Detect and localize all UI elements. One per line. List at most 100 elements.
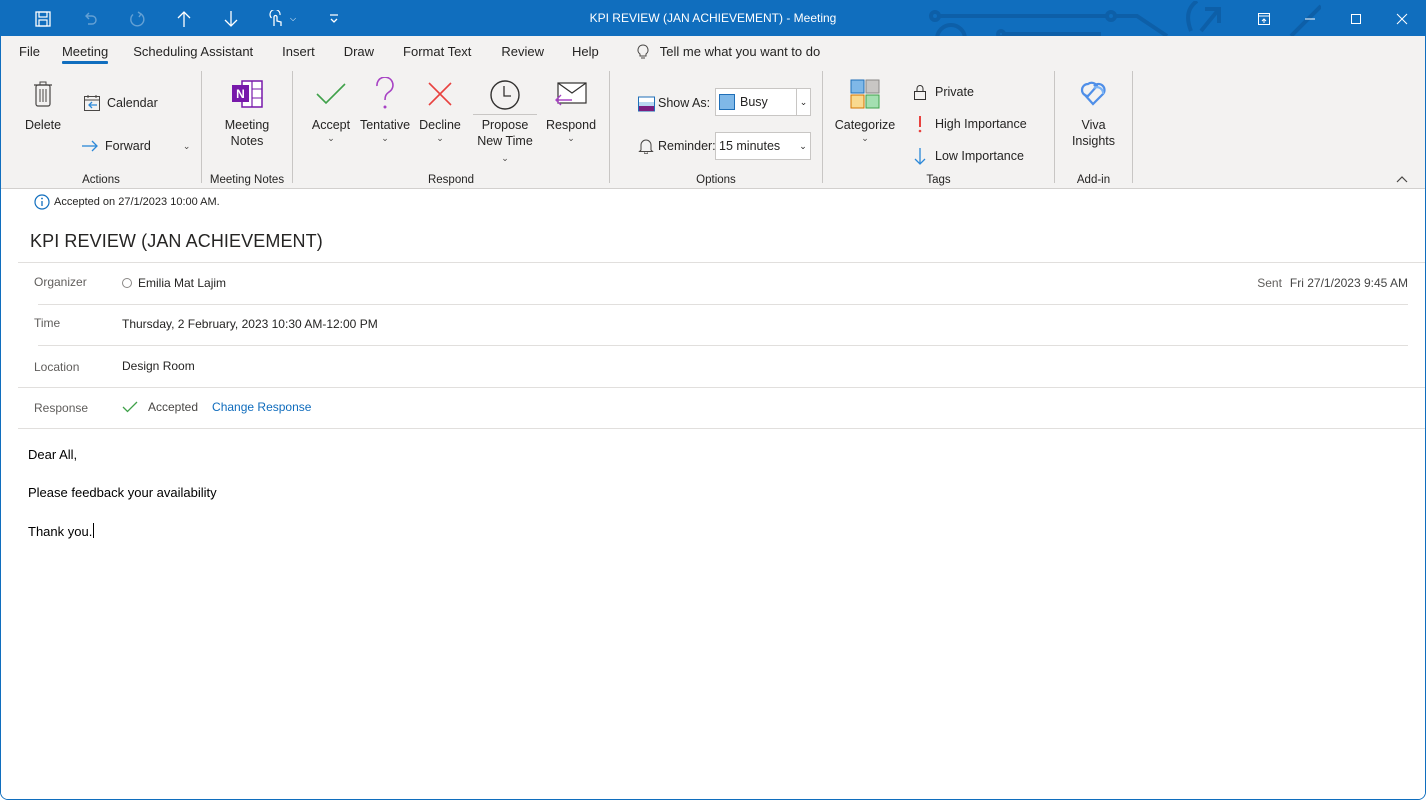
busy-swatch <box>719 94 735 110</box>
body-line: Please feedback your availability <box>28 485 217 500</box>
categorize-dropdown-chevron-icon: ⌄ <box>861 133 869 143</box>
touch-mode-button[interactable]: ⌵ <box>254 1 310 36</box>
propose-dropdown-chevron-icon: ⌄ <box>501 153 509 163</box>
location-label: Location <box>34 360 80 374</box>
close-icon <box>1396 13 1408 24</box>
calendar-icon <box>84 95 100 111</box>
checkmark-icon <box>316 83 346 105</box>
change-response-link[interactable]: Change Response <box>212 400 311 414</box>
touch-mode-icon <box>269 9 282 26</box>
time-value: Thursday, 2 February, 2023 10:30 AM-12:0… <box>122 317 378 331</box>
ribbon: Delete Calendar Forward ⌄ Actions N Meet… <box>1 67 1425 189</box>
previous-item-button[interactable] <box>160 1 207 36</box>
maximize-button[interactable] <box>1333 1 1379 36</box>
viva-insights-icon <box>1080 81 1106 106</box>
clock-icon <box>490 79 520 110</box>
reminder-label: Reminder: <box>637 135 716 157</box>
forward-arrow-icon <box>82 140 98 152</box>
group-meeting-notes: N Meeting Notes Meeting Notes <box>202 71 292 187</box>
tell-me-placeholder: Tell me what you want to do <box>659 44 821 59</box>
tentative-button[interactable]: Tentative ⌄ <box>360 75 410 143</box>
calendar-button[interactable]: Calendar <box>83 92 158 114</box>
response-label: Response <box>34 401 89 415</box>
meeting-notes-button[interactable]: N Meeting Notes <box>202 75 292 149</box>
sent-value: Fri 27/1/2023 9:45 AM <box>1289 276 1408 290</box>
undo-button[interactable] <box>66 1 113 36</box>
collapse-ribbon-chevron-icon[interactable] <box>1395 173 1409 185</box>
lightbulb-icon <box>637 43 649 58</box>
group-label-tags: Tags <box>926 174 951 186</box>
save-icon <box>34 10 51 27</box>
ribbon-tabs: File Meeting Scheduling Assistant Insert… <box>1 36 1425 67</box>
redo-button[interactable] <box>113 1 160 36</box>
onenote-icon: N <box>232 80 263 108</box>
accept-button[interactable]: Accept ⌄ <box>311 75 351 143</box>
presence-status-icon <box>122 278 132 288</box>
arrow-down-icon <box>224 10 237 27</box>
tab-draw[interactable]: Draw <box>330 36 388 67</box>
categorize-button[interactable]: Categorize ⌄ <box>833 75 897 143</box>
minimize-button[interactable] <box>1287 1 1333 36</box>
categorize-icon <box>850 79 880 109</box>
organizer-value[interactable]: Emilia Mat Lajim <box>122 276 226 290</box>
tell-me-search[interactable]: Tell me what you want to do <box>636 43 821 60</box>
tab-meeting[interactable]: Meeting <box>51 36 119 67</box>
minimize-icon <box>1305 18 1315 19</box>
close-button[interactable] <box>1379 1 1425 36</box>
arrow-down-icon <box>914 148 926 165</box>
chevron-down-icon: ⌄ <box>796 89 810 115</box>
tab-format-text[interactable]: Format Text <box>388 36 486 67</box>
tab-scheduling-assistant[interactable]: Scheduling Assistant <box>119 36 267 67</box>
meeting-content: Accepted on 27/1/2023 10:00 AM. KPI REVI… <box>1 190 1425 799</box>
sent-label: Sent <box>1257 276 1282 290</box>
high-importance-button[interactable]: High Importance <box>911 113 1027 135</box>
info-bar: Accepted on 27/1/2023 10:00 AM. <box>34 194 220 210</box>
lock-icon <box>914 85 926 100</box>
show-as-icon <box>637 96 655 111</box>
forward-button[interactable]: Forward ⌄ <box>81 135 190 157</box>
divider <box>38 345 1408 346</box>
chevron-down-icon: ⌄ <box>799 140 807 151</box>
propose-new-time-button[interactable]: Propose New Time ⌄ <box>473 75 537 165</box>
low-importance-button[interactable]: Low Importance <box>911 145 1024 167</box>
redo-icon <box>129 10 145 27</box>
decline-button[interactable]: Decline ⌄ <box>419 75 461 143</box>
tab-file[interactable]: File <box>8 36 51 67</box>
exclamation-icon <box>918 116 922 133</box>
outlook-meeting-window: ⌵ KPI REVIEW (JAN ACHIEVEMENT) - Meeting <box>0 0 1426 800</box>
group-label-options: Options <box>696 174 736 186</box>
forward-dropdown-chevron-icon[interactable]: ⌄ <box>183 141 191 151</box>
save-button[interactable] <box>19 1 66 36</box>
customize-qat-button[interactable] <box>310 1 357 36</box>
body-line: Thank you. <box>28 523 95 539</box>
private-button[interactable]: Private <box>911 81 974 103</box>
arrow-up-icon <box>177 10 190 27</box>
divider <box>38 304 1408 305</box>
customize-qat-icon <box>329 13 338 23</box>
group-label-actions: Actions <box>82 174 120 186</box>
response-status: Accepted <box>148 400 199 414</box>
chevron-down-icon: ⌵ <box>289 13 297 23</box>
tab-help[interactable]: Help <box>559 36 612 67</box>
tab-review[interactable]: Review <box>486 36 559 67</box>
reminder-dropdown[interactable]: 15 minutes ⌄ <box>715 132 811 160</box>
quick-access-toolbar: ⌵ <box>19 1 357 36</box>
show-as-dropdown[interactable]: Busy ⌄ <box>715 88 811 116</box>
ribbon-display-icon <box>1258 12 1270 25</box>
divider <box>18 262 1425 263</box>
svg-text:N: N <box>236 87 245 101</box>
body-line: Dear All, <box>28 447 78 462</box>
tab-insert[interactable]: Insert <box>267 36 330 67</box>
maximize-icon <box>1351 13 1361 24</box>
viva-insights-button[interactable]: Viva Insights <box>1055 75 1132 149</box>
group-addin: Viva Insights Add-in <box>1055 71 1132 187</box>
next-item-button[interactable] <box>207 1 254 36</box>
group-label-addin: Add-in <box>1076 174 1111 186</box>
accept-dropdown-chevron-icon: ⌄ <box>327 133 335 143</box>
window-controls <box>1241 1 1425 36</box>
question-mark-icon <box>376 77 394 109</box>
ribbon-display-options-button[interactable] <box>1241 1 1287 36</box>
respond-button[interactable]: Respond ⌄ <box>546 75 596 143</box>
delete-button[interactable]: Delete <box>25 75 61 133</box>
group-respond: Accept ⌄ Tentative ⌄ Decline ⌄ Propose N… <box>293 71 609 187</box>
